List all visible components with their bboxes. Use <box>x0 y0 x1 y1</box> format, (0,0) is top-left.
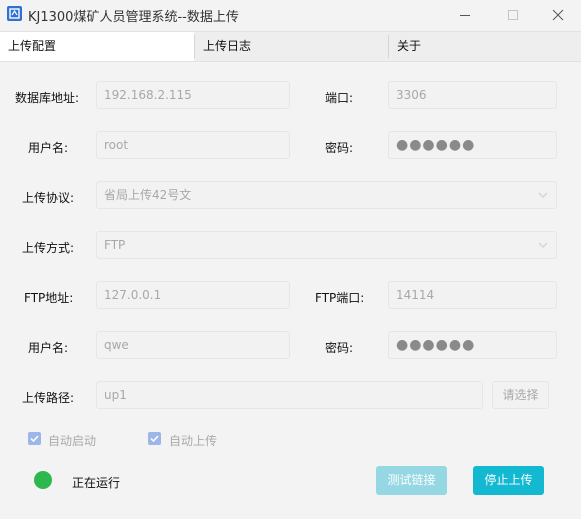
password-input[interactable]: ●●●●●● <box>388 131 557 159</box>
db-address-label: 数据库地址: <box>15 91 80 105</box>
chevron-down-icon <box>538 242 548 248</box>
protocol-select[interactable]: 省局上传42号文 <box>96 181 557 209</box>
checkmark-icon <box>150 435 159 443</box>
auto-start-checkbox[interactable] <box>28 432 41 445</box>
ftp-port-label: FTP端口: <box>315 291 365 305</box>
title-bar: KJ1300煤矿人员管理系统--数据上传 <box>0 0 581 30</box>
close-icon <box>552 9 564 21</box>
tab-upload-log[interactable]: 上传日志 <box>195 32 388 61</box>
status-indicator <box>34 471 52 489</box>
ftp-port-input[interactable]: 14114 <box>388 281 557 309</box>
ftp-address-input[interactable]: 127.0.0.1 <box>96 281 290 309</box>
status-text: 正在运行 <box>72 476 121 490</box>
port-input[interactable]: 3306 <box>388 81 557 109</box>
minimize-icon <box>460 15 470 16</box>
ftp-username-label: 用户名: <box>28 341 69 355</box>
ftp-password-label: 密码: <box>325 341 354 355</box>
stop-upload-button[interactable]: 停止上传 <box>473 466 544 495</box>
password-label: 密码: <box>325 141 354 155</box>
chevron-down-icon <box>538 192 548 198</box>
tab-bar: 上传配置 上传日志 关于 <box>0 31 581 62</box>
maximize-button[interactable] <box>490 0 536 30</box>
username-input[interactable]: root <box>96 131 290 159</box>
port-label: 端口: <box>325 91 354 105</box>
auto-start-label: 自动启动 <box>48 434 97 448</box>
tab-about[interactable]: 关于 <box>389 32 581 61</box>
ftp-username-input[interactable]: qwe <box>96 331 290 359</box>
method-label: 上传方式: <box>22 241 75 255</box>
window-title: KJ1300煤矿人员管理系统--数据上传 <box>28 10 239 25</box>
app-logo-icon <box>7 6 22 21</box>
path-input[interactable]: up1 <box>96 381 483 409</box>
path-label: 上传路径: <box>22 391 75 405</box>
protocol-label: 上传协议: <box>22 191 75 205</box>
db-address-input[interactable]: 192.168.2.115 <box>96 81 290 109</box>
choose-path-button[interactable]: 请选择 <box>492 381 549 409</box>
username-label: 用户名: <box>28 141 69 155</box>
ftp-address-label: FTP地址: <box>24 291 74 305</box>
method-select-value: FTP <box>104 238 126 252</box>
minimize-button[interactable] <box>442 0 488 30</box>
checkmark-icon <box>30 435 39 443</box>
tab-upload-config[interactable]: 上传配置 <box>0 32 194 61</box>
close-button[interactable] <box>535 0 581 30</box>
protocol-select-value: 省局上传42号文 <box>104 188 192 202</box>
test-link-button[interactable]: 测试链接 <box>376 466 447 495</box>
ftp-password-input[interactable]: ●●●●●● <box>388 331 557 359</box>
method-select[interactable]: FTP <box>96 231 557 259</box>
auto-upload-checkbox[interactable] <box>148 432 161 445</box>
maximize-icon <box>508 10 518 20</box>
auto-upload-label: 自动上传 <box>169 434 218 448</box>
